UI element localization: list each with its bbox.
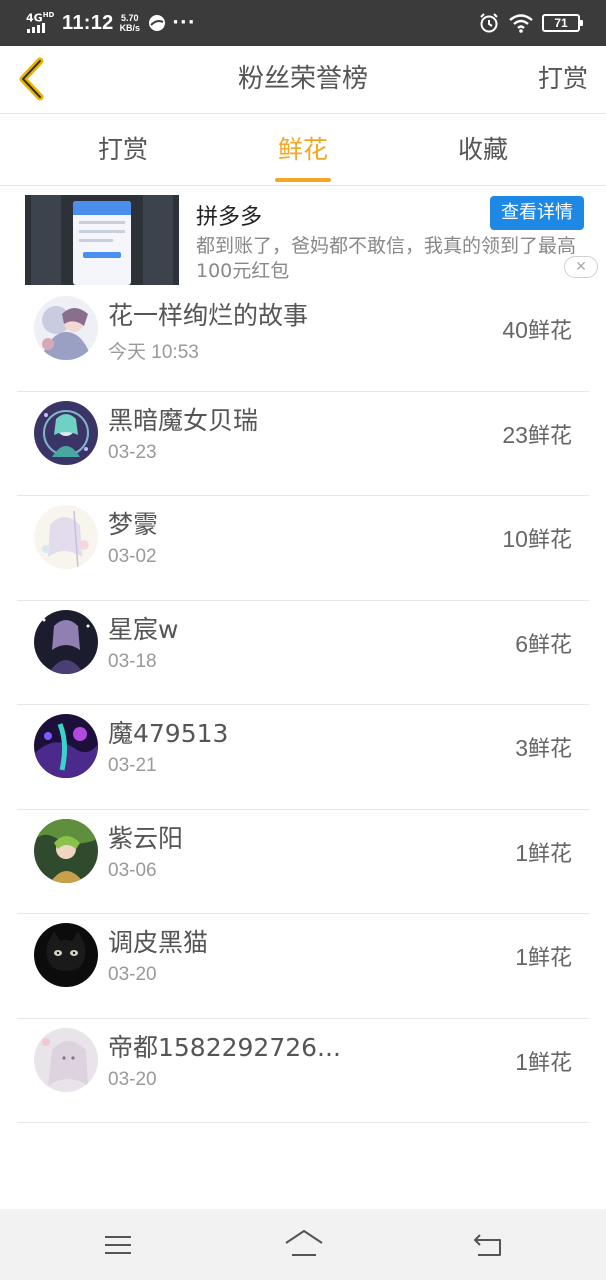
count-unit: 鲜花 [527,737,572,762]
user-name: 黑暗魔女贝瑞 [108,405,259,435]
list-item[interactable]: 梦霥 03-02 10鲜花 [0,496,606,601]
count-unit: 鲜花 [527,319,572,344]
user-name: 花一样绚烂的故事 [108,301,309,330]
tab-favorites[interactable]: 收藏 [413,114,553,186]
user-name: 调皮黑猫 [108,928,209,957]
tab-label: 鲜花 [277,135,328,164]
flower-count: 6鲜花 [515,627,572,659]
system-nav-bar [0,1209,606,1280]
close-icon[interactable]: ✕ [564,256,598,278]
list-item[interactable]: 魔479513 03-21 3鲜花 [0,705,606,810]
count-unit: 鲜花 [527,946,572,971]
tip-button[interactable]: 打赏 [538,46,588,112]
battery-icon: 71 [542,14,583,32]
status-bar: 4GHD 11:12 5.70 KB/s ··· 71 [0,0,606,46]
tab-flowers[interactable]: 鲜花 [233,114,373,186]
date: 今天 10:53 [108,342,199,363]
flower-count: 3鲜花 [515,731,572,763]
network-hd: HD [42,11,55,19]
avatar [34,505,98,569]
avatar [34,1028,98,1092]
battery-level: 71 [554,16,568,30]
home-icon[interactable] [284,1227,324,1263]
avatar [34,610,98,674]
avatar [34,401,98,465]
user-name: 魔479513 [108,719,229,748]
network-speed: 5.70 KB/s [120,13,141,33]
active-tab-indicator [275,178,331,182]
flower-count: 23鲜花 [502,418,572,450]
avatar [34,923,98,987]
user-name: 梦霥 [108,510,159,539]
count-value: 10 [502,526,528,552]
clock: 11:12 [62,11,114,34]
user-name: 星宸w [108,614,179,644]
count-value: 23 [502,421,528,448]
date: 03-02 [108,546,157,567]
list-item[interactable]: 星宸w 03-18 6鲜花 [0,601,606,706]
list-item[interactable]: 调皮黑猫 03-20 1鲜花 [0,914,606,1019]
tab-label: 收藏 [457,135,508,164]
date: 03-18 [108,650,157,672]
more-notifications: ··· [172,12,196,33]
count-unit: 鲜花 [527,423,572,449]
app-notification-icon [149,15,166,31]
avatar [34,296,98,360]
view-details-button[interactable]: 查看详情 [490,196,584,230]
tab-label: 打赏 [97,135,148,164]
flower-count: 10鲜花 [502,522,572,554]
count-value: 40 [502,317,528,343]
count-unit: 鲜花 [527,528,572,553]
avatar [34,714,98,778]
wifi-icon [509,14,533,33]
ad-title: 拼多多 [196,205,263,230]
date: 03-21 [108,755,157,776]
count-value: 6 [515,630,528,657]
count-value: 3 [515,735,528,761]
date: 03-20 [108,964,157,985]
header: 粉丝荣誉榜 打赏 [0,46,606,114]
ad-description: 都到账了，爸妈都不敢信，我真的领到了最高100元红包 [196,235,577,282]
flower-count: 1鲜花 [515,940,572,972]
user-name: 帝都1582292726... [108,1032,341,1062]
list-item[interactable]: 紫云阳 03-06 1鲜花 [0,810,606,915]
speed-value: 5.70 [121,13,139,23]
count-value: 1 [515,1048,528,1075]
page-title: 粉丝荣誉榜 [237,64,368,94]
tab-bar: 打赏 鲜花 收藏 [0,114,606,186]
count-unit: 鲜花 [527,1050,572,1076]
back-icon[interactable] [470,1227,506,1263]
count-value: 1 [515,839,528,866]
ad-thumbnail [25,195,179,285]
list-item[interactable]: 帝都1582292726... 03-20 1鲜花 [0,1019,606,1124]
alarm-icon [480,13,498,33]
count-unit: 鲜花 [527,632,572,658]
list-item[interactable]: 黑暗魔女贝瑞 03-23 23鲜花 [0,392,606,497]
signal-icon: 4GHD [26,9,56,37]
tab-tips[interactable]: 打赏 [53,114,193,186]
count-value: 1 [515,944,528,970]
user-name: 紫云阳 [108,823,184,853]
list-item[interactable]: 花一样绚烂的故事 今天 10:53 40鲜花 [0,287,606,392]
fan-ranking-list: 花一样绚烂的故事 今天 10:53 40鲜花 黑暗魔女贝瑞 03-23 23鲜花… [0,287,606,1123]
speed-unit: KB/s [119,23,141,33]
avatar [34,819,98,883]
menu-icon[interactable] [100,1227,136,1263]
flower-count: 40鲜花 [502,313,572,345]
ad-banner[interactable]: 拼多多 查看详情 都到账了，爸妈都不敢信，我真的领到了最高100元红包 ✕ [0,187,606,287]
date: 03-06 [108,859,157,881]
date: 03-23 [108,441,157,463]
flower-count: 1鲜花 [515,1045,572,1077]
flower-count: 1鲜花 [515,836,572,868]
date: 03-20 [108,1068,157,1090]
count-unit: 鲜花 [527,841,572,867]
